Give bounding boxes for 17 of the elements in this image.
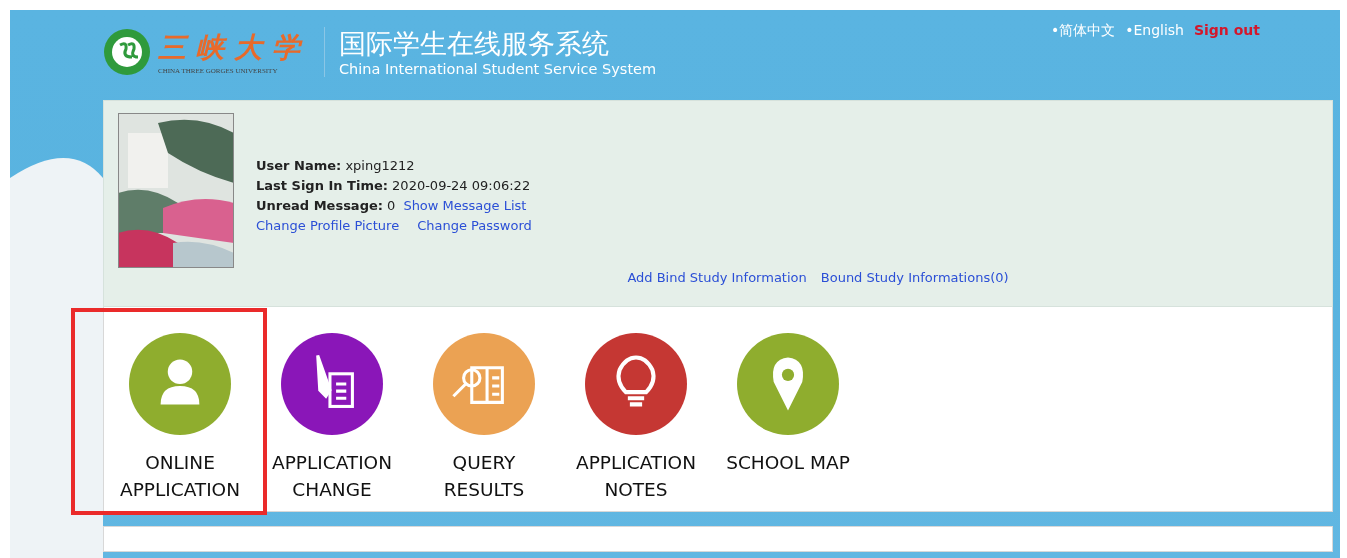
- message-list-link[interactable]: Show Message List: [403, 198, 527, 213]
- profile-link[interactable]: Change Password: [417, 218, 532, 233]
- menu-tile[interactable]: ONLINE APPLICATION: [104, 333, 256, 511]
- study-info-link[interactable]: Add Bind Study Information: [627, 270, 807, 285]
- menu-tile[interactable]: QUERY RESULTS: [408, 333, 560, 511]
- university-name: 三峡大学: [158, 30, 310, 66]
- profile-field: Last Sign In Time: 2020-09-24 09:06:22: [256, 178, 531, 193]
- system-subtitle: China International Student Service System: [339, 61, 657, 77]
- profile-link[interactable]: Change Profile Picture: [256, 218, 400, 233]
- menu-tile[interactable]: APPLICATION NOTES: [560, 333, 712, 511]
- profile-field: User Name: xping1212: [256, 158, 415, 173]
- profile-field: Unread Message: 0: [256, 198, 396, 213]
- study-info-link[interactable]: Bound Study Informations(0): [820, 270, 1009, 285]
- menu-tile[interactable]: APPLICATION CHANGE: [256, 333, 408, 511]
- university-emblem-icon: [102, 27, 152, 77]
- system-title: 国际学生在线服务系统: [339, 27, 610, 61]
- menu-tile[interactable]: SCHOOL MAP: [712, 333, 864, 511]
